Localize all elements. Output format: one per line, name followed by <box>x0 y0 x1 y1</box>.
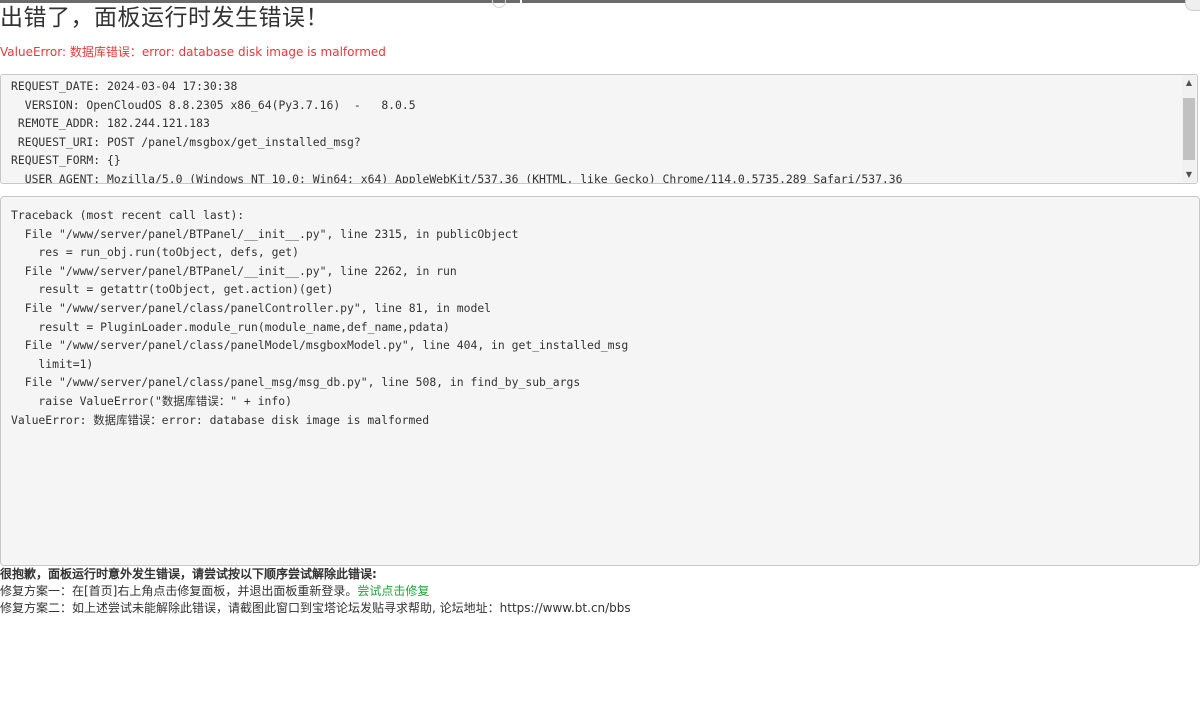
page-title: 出错了，面板运行时发生错误！ <box>0 5 329 31</box>
fix-option-one-text: 修复方案一：在[首页]右上角点击修复面板，并退出面板重新登录。 <box>0 584 358 598</box>
request-info-line: REQUEST_URI: POST /panel/msgbox/get_inst… <box>11 134 361 149</box>
traceback-line: File "/www/server/panel/BTPanel/__init__… <box>11 263 457 278</box>
traceback-line: result = PluginLoader.module_run(module_… <box>11 319 450 334</box>
help-title: 很抱歉，面板运行时意外发生错误，请尝试按以下顺序尝试解除此错误: <box>0 567 377 581</box>
traceback-line: File "/www/server/panel/class/panelModel… <box>11 338 629 353</box>
close-corner-button[interactable] <box>1185 0 1200 11</box>
traceback-line: result = getattr(toObject, get.action)(g… <box>11 282 334 297</box>
help-section: 很抱歉，面板运行时意外发生错误，请尝试按以下顺序尝试解除此错误: 修复方案一：在… <box>0 566 631 617</box>
traceback-line: File "/www/server/panel/class/panel_msg/… <box>11 375 581 390</box>
traceback-lines: Traceback (most recent call last): File … <box>11 206 628 429</box>
traceback-line: raise ValueError("数据库错误：" + info) <box>11 393 292 408</box>
fix-option-two: 修复方案二：如上述尝试未能解除此错误，请截图此窗口到宝塔论坛发贴寻求帮助, 论坛… <box>0 601 631 615</box>
scrollbar-thumb[interactable] <box>1183 98 1195 160</box>
request-info-line: REQUEST_FORM: {} <box>11 153 121 168</box>
traceback-line: ValueError: 数据库错误：error: database disk i… <box>11 412 430 427</box>
traceback-line: Traceback (most recent call last): <box>11 208 245 222</box>
try-repair-link[interactable]: 尝试点击修复 <box>357 584 429 598</box>
request-info-line: VERSION: OpenCloudOS 8.8.2305 x86_64(Py3… <box>11 97 416 112</box>
request-info-box[interactable]: REQUEST_DATE: 2024-03-04 17:30:38 VERSIO… <box>0 74 1198 184</box>
traceback-line: res = run_obj.run(toObject, defs, get) <box>11 245 300 260</box>
top-border-gap <box>520 0 522 3</box>
traceback-box[interactable]: Traceback (most recent call last): File … <box>0 196 1200 566</box>
request-info-lines: REQUEST_DATE: 2024-03-04 17:30:38 VERSIO… <box>11 77 903 184</box>
request-info-line: REMOTE_ADDR: 182.244.121.183 <box>11 116 210 131</box>
request-info-line: USER_AGENT: Mozilla/5.0 (Windows NT 10.0… <box>11 171 903 184</box>
error-message: ValueError: 数据库错误：error: database disk i… <box>0 45 386 59</box>
vertical-scrollbar[interactable]: ▲ ▼ <box>1182 76 1196 182</box>
request-info-line: REQUEST_DATE: 2024-03-04 17:30:38 <box>11 79 238 93</box>
faint-circle-icon <box>492 0 506 8</box>
traceback-line: File "/www/server/panel/class/panelContr… <box>11 300 492 315</box>
scroll-up-arrow-icon[interactable]: ▲ <box>1182 76 1196 90</box>
top-border-bar <box>0 0 1200 3</box>
traceback-line: limit=1) <box>11 356 94 371</box>
scroll-down-arrow-icon[interactable]: ▼ <box>1182 168 1196 182</box>
traceback-line: File "/www/server/panel/BTPanel/__init__… <box>11 226 519 241</box>
fix-option-one: 修复方案一：在[首页]右上角点击修复面板，并退出面板重新登录。尝试点击修复 <box>0 583 631 600</box>
